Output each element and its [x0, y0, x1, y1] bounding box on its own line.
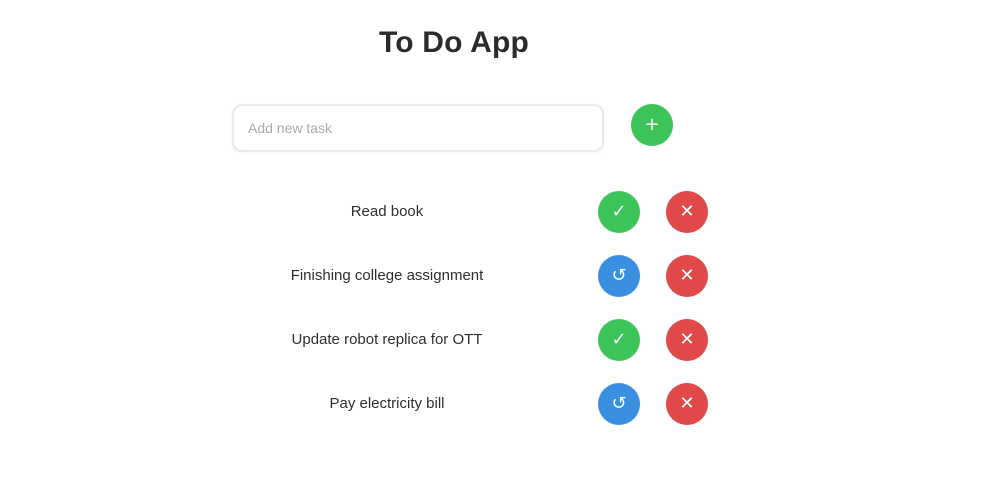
trash-icon: ✕	[679, 201, 695, 222]
add-task-button[interactable]: +	[631, 104, 673, 146]
task-row: Read book ✓ ✕	[232, 188, 732, 236]
check-icon: ✓	[611, 201, 627, 222]
undo-icon: ↺	[611, 393, 627, 414]
trash-icon: ✕	[679, 265, 695, 286]
delete-task-button[interactable]: ✕	[666, 319, 708, 361]
app-title: To Do App	[378, 26, 530, 59]
check-icon: ✓	[611, 329, 627, 350]
task-row: Finishing college assignment ↺ ✕	[232, 252, 732, 300]
trash-icon: ✕	[679, 329, 695, 350]
task-text: Pay electricity bill	[329, 395, 445, 412]
mark-complete-button[interactable]: ✓	[598, 191, 640, 233]
delete-task-button[interactable]: ✕	[666, 191, 708, 233]
task-text: Finishing college assignment	[290, 267, 484, 284]
new-task-input[interactable]	[232, 104, 604, 152]
delete-task-button[interactable]: ✕	[666, 255, 708, 297]
trash-icon: ✕	[679, 393, 695, 414]
mark-pending-button[interactable]: ↺	[598, 255, 640, 297]
task-text: Update robot replica for OTT	[291, 331, 483, 348]
task-row: Update robot replica for OTT ✓ ✕	[232, 316, 732, 364]
mark-pending-button[interactable]: ↺	[598, 383, 640, 425]
task-row: Pay electricity bill ↺ ✕	[232, 380, 732, 428]
task-text: Read book	[350, 203, 424, 220]
delete-task-button[interactable]: ✕	[666, 383, 708, 425]
todo-app: To Do App + Read book ✓ ✕ Finishing coll…	[0, 0, 992, 484]
mark-complete-button[interactable]: ✓	[598, 319, 640, 361]
undo-icon: ↺	[611, 265, 627, 286]
plus-icon: +	[644, 114, 660, 135]
